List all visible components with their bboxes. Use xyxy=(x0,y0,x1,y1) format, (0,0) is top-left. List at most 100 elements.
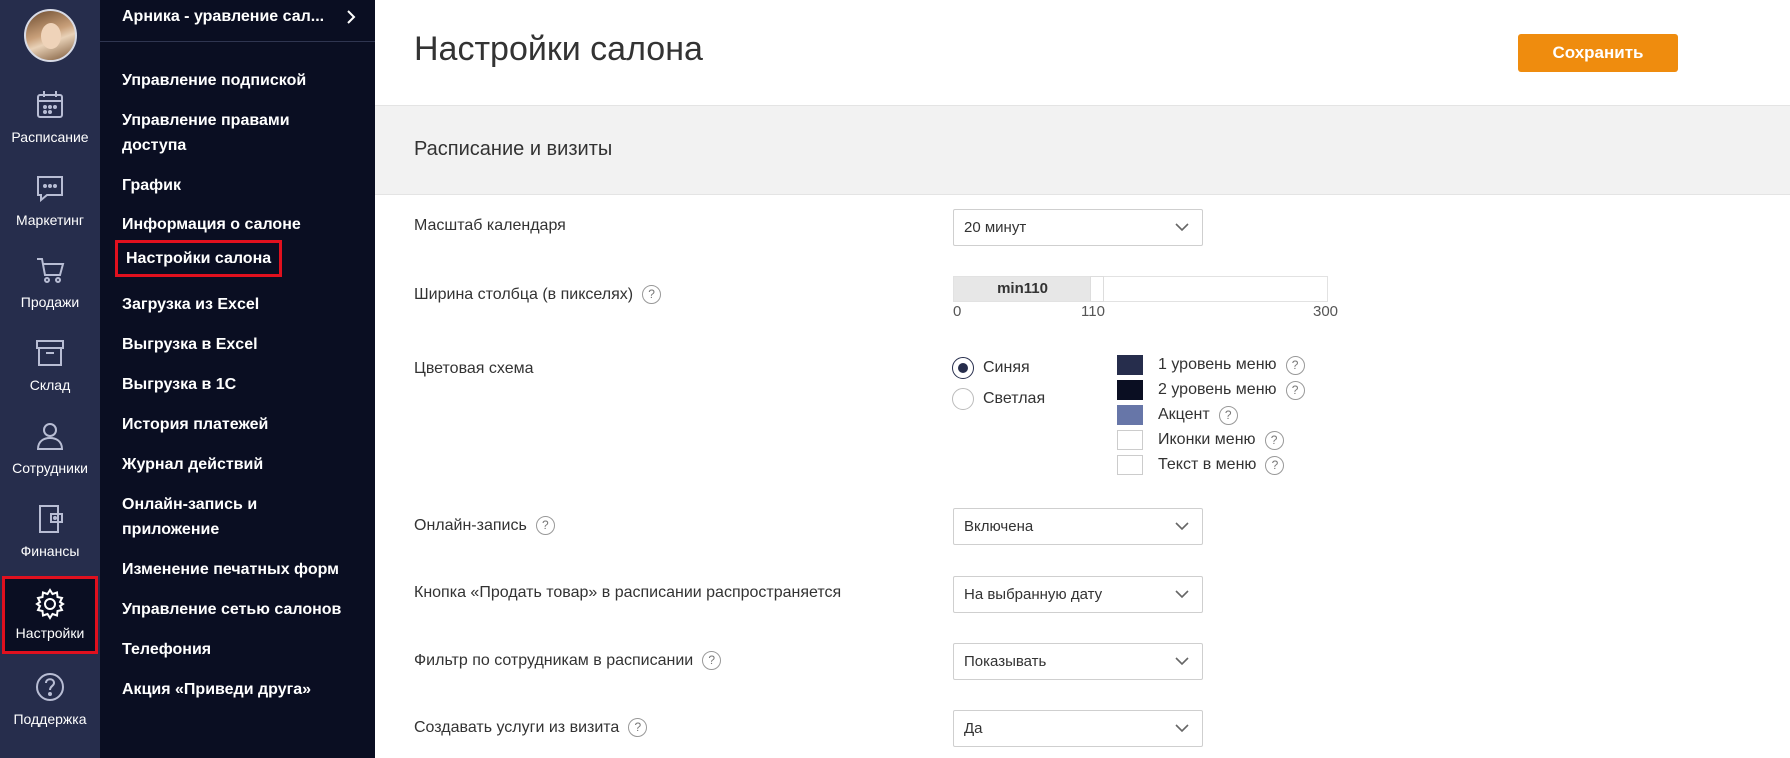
person-icon xyxy=(36,423,64,450)
submenu-item-online-booking-cont[interactable]: приложение xyxy=(122,517,219,542)
color-swatch[interactable] xyxy=(1117,380,1143,400)
cart-icon xyxy=(37,258,65,283)
submenu-item-export-excel[interactable]: Выгрузка в Excel xyxy=(122,332,258,357)
submenu-item-referral[interactable]: Акция «Приведи друга» xyxy=(122,677,311,702)
sell-button-label: Кнопка «Продать товар» в расписании расп… xyxy=(414,584,842,601)
box-icon xyxy=(36,340,64,366)
rail-item-settings[interactable]: Настройки xyxy=(2,576,98,654)
chevron-down-icon xyxy=(1175,657,1189,666)
select-value: 20 минут xyxy=(964,219,1027,236)
calendar-icon xyxy=(37,91,63,118)
select-value: Показывать xyxy=(964,653,1047,670)
submenu-item-import-excel[interactable]: Загрузка из Excel xyxy=(122,292,259,317)
color-scheme-label: Цветовая схема xyxy=(414,360,534,377)
select-value: На выбранную дату xyxy=(964,586,1103,603)
rail-item-finance[interactable]: Финансы xyxy=(0,502,100,582)
slider-handle[interactable] xyxy=(1090,276,1104,302)
select-value: Включена xyxy=(964,518,1034,535)
radio-circle[interactable] xyxy=(952,388,974,410)
color-swatch[interactable] xyxy=(1117,455,1143,475)
rail-item-marketing[interactable]: Маркетинг xyxy=(0,171,100,251)
sell-button-select[interactable]: На выбранную дату xyxy=(953,576,1203,613)
staff-filter-label: Фильтр по сотрудникам в расписании ? xyxy=(414,651,722,670)
staff-filter-select[interactable]: Показывать xyxy=(953,643,1203,680)
page-title: Настройки салона xyxy=(414,30,703,68)
rail-label: Продажи xyxy=(20,294,80,310)
settings-submenu: Арника - уравление сал... Управление под… xyxy=(100,0,375,758)
calendar-scale-select[interactable]: 20 минут xyxy=(953,209,1203,246)
help-icon[interactable]: ? xyxy=(1285,355,1305,375)
rail-label: Финансы xyxy=(20,543,80,559)
rail-label: Маркетинг xyxy=(15,212,85,228)
rail-item-sales[interactable]: Продажи xyxy=(0,253,100,333)
help-icon[interactable]: ? xyxy=(1265,455,1285,475)
wallet-icon xyxy=(39,505,63,533)
select-value: Да xyxy=(964,720,983,737)
slider-max-tick: 300 xyxy=(1313,303,1339,320)
column-width-slider[interactable]: min110 xyxy=(953,276,1328,302)
icon-rail: Расписание Маркетинг Продажи Склад Сотру… xyxy=(0,0,100,758)
submenu-item-export-1c[interactable]: Выгрузка в 1С xyxy=(122,372,236,397)
help-icon[interactable]: ? xyxy=(1264,430,1284,450)
help-icon[interactable]: ? xyxy=(642,285,662,304)
color-swatch[interactable] xyxy=(1117,430,1143,450)
chevron-down-icon xyxy=(1175,522,1189,531)
chevron-down-icon xyxy=(1175,590,1189,599)
rail-label: Расписание xyxy=(11,129,89,145)
salon-switcher[interactable]: Арника - уравление сал... xyxy=(100,0,375,42)
submenu-item-access-rights[interactable]: Управление правами xyxy=(122,108,290,133)
gear-icon xyxy=(35,588,65,620)
chat-icon xyxy=(37,176,63,203)
submenu-item-action-log[interactable]: Журнал действий xyxy=(122,452,263,477)
help-icon[interactable]: ? xyxy=(1218,405,1238,425)
chevron-down-icon xyxy=(1175,724,1189,733)
submenu-item-payment-history[interactable]: История платежей xyxy=(122,412,268,437)
rail-label: Настройки xyxy=(15,625,85,641)
radio-blue-scheme[interactable]: Синяя xyxy=(952,357,1030,379)
rail-label: Склад xyxy=(29,377,71,393)
slider-value-text: min110 xyxy=(997,280,1048,297)
submenu-item-salon-network[interactable]: Управление сетью салонов xyxy=(122,597,341,622)
radio-circle[interactable] xyxy=(952,357,974,379)
chevron-down-icon xyxy=(1175,223,1189,232)
submenu-item-online-booking[interactable]: Онлайн-запись и xyxy=(122,492,257,517)
calendar-scale-label: Масштаб календаря xyxy=(414,217,566,234)
swatch-menu-level-2[interactable]: 2 уровень меню ? xyxy=(1117,380,1305,400)
radio-light-scheme[interactable]: Светлая xyxy=(952,388,1045,410)
section-header: Расписание и визиты xyxy=(375,105,1790,195)
submenu-item-access-rights-cont[interactable]: доступа xyxy=(122,133,186,158)
submenu-item-subscription[interactable]: Управление подпиской xyxy=(122,68,306,93)
online-booking-select[interactable]: Включена xyxy=(953,508,1203,545)
help-circle-icon xyxy=(36,673,64,701)
submenu-item-salon-info[interactable]: Информация о салоне xyxy=(122,212,301,237)
swatch-menu-level-1[interactable]: 1 уровень меню ? xyxy=(1117,355,1305,375)
create-services-label: Создавать услуги из визита ? xyxy=(414,718,648,737)
avatar[interactable] xyxy=(24,9,77,62)
rail-item-warehouse[interactable]: Склад xyxy=(0,336,100,416)
salon-name: Арника - уравление сал... xyxy=(122,8,325,25)
rail-label: Поддержка xyxy=(13,711,87,727)
rail-item-support[interactable]: Поддержка xyxy=(0,670,100,750)
color-swatch[interactable] xyxy=(1117,405,1143,425)
section-title: Расписание и визиты xyxy=(414,138,613,160)
slider-current-tick: 110 xyxy=(1081,303,1105,320)
swatch-menu-text[interactable]: Текст в меню ? xyxy=(1117,455,1285,475)
help-icon[interactable]: ? xyxy=(1285,380,1305,400)
help-icon[interactable]: ? xyxy=(628,718,648,737)
swatch-menu-icons[interactable]: Иконки меню ? xyxy=(1117,430,1284,450)
color-swatch[interactable] xyxy=(1117,355,1143,375)
submenu-item-schedule[interactable]: График xyxy=(122,173,181,198)
help-icon[interactable]: ? xyxy=(702,651,722,670)
create-services-select[interactable]: Да xyxy=(953,710,1203,747)
chevron-right-icon xyxy=(347,10,356,24)
rail-item-staff[interactable]: Сотрудники xyxy=(0,419,100,499)
submenu-item-salon-settings[interactable]: Настройки салона xyxy=(115,240,283,277)
swatch-accent[interactable]: Акцент ? xyxy=(1117,405,1238,425)
rail-item-schedule[interactable]: Расписание xyxy=(0,88,100,168)
submenu-item-telephony[interactable]: Телефония xyxy=(122,637,211,662)
submenu-item-print-forms[interactable]: Изменение печатных форм xyxy=(122,557,339,582)
help-icon[interactable]: ? xyxy=(535,516,555,535)
online-booking-label: Онлайн-запись ? xyxy=(414,516,555,535)
save-button[interactable]: Сохранить xyxy=(1518,34,1678,72)
slider-min-tick: 0 xyxy=(953,303,962,320)
